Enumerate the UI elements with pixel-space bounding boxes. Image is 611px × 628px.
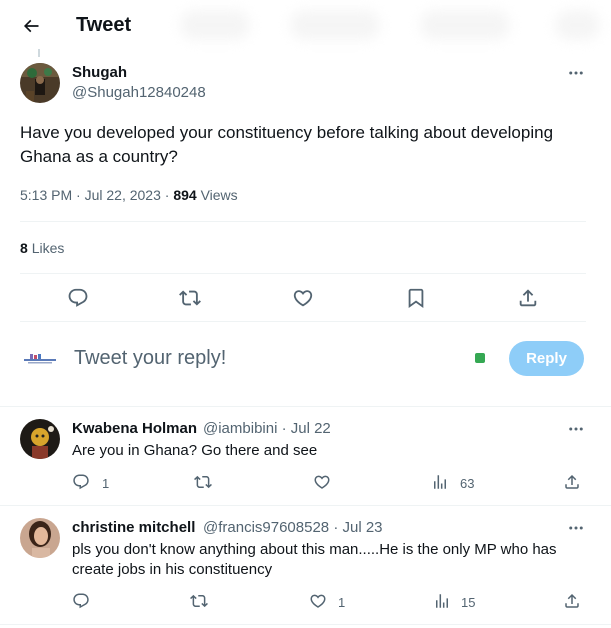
reply-button[interactable] <box>70 590 92 612</box>
retweet-button[interactable] <box>177 285 203 311</box>
reply-author-handle[interactable]: @francis97608528 · Jul 23 <box>203 519 383 537</box>
views-chart-icon <box>436 594 448 608</box>
views-label: Views <box>200 187 238 203</box>
avatar[interactable] <box>20 63 60 103</box>
top-bar: Tweet <box>0 0 611 50</box>
back-button[interactable] <box>14 9 48 43</box>
reply-input[interactable] <box>74 344 454 372</box>
view-count: 63 <box>460 476 475 491</box>
like-count: 1 <box>338 595 346 610</box>
likes-link[interactable]: 8 Likes <box>20 239 64 257</box>
like-button[interactable] <box>311 471 333 493</box>
divider <box>20 221 586 222</box>
bookmark-button[interactable] <box>403 285 429 311</box>
share-icon <box>519 289 537 307</box>
retweet-icon <box>194 475 212 489</box>
more-horizontal-icon <box>569 427 583 431</box>
share-button[interactable] <box>515 285 541 311</box>
views-chart-icon <box>434 475 446 489</box>
share-button[interactable] <box>561 471 583 493</box>
reply-count: 1 <box>102 476 110 491</box>
more-button[interactable] <box>562 59 590 87</box>
view-count: 15 <box>461 595 476 610</box>
reply-icon <box>68 288 88 307</box>
heart-icon <box>293 290 313 307</box>
tweet-timestamp[interactable]: 5:13 PM · Jul 22, 2023 · <box>20 187 169 203</box>
divider <box>20 321 586 322</box>
divider <box>0 624 611 625</box>
reply-icon <box>73 593 89 609</box>
reply-author-handle[interactable]: @iambibini · Jul 22 <box>203 420 331 438</box>
retweet-icon <box>179 290 201 306</box>
more-button[interactable] <box>562 514 590 542</box>
more-button[interactable] <box>562 415 590 443</box>
like-button[interactable] <box>290 285 316 311</box>
retweet-icon <box>190 594 208 608</box>
likes-count: 8 <box>20 240 28 256</box>
current-user-avatar[interactable] <box>20 343 60 375</box>
share-icon <box>565 474 579 489</box>
arrow-left-icon <box>23 19 39 33</box>
like-button[interactable] <box>307 590 329 612</box>
reply-button[interactable] <box>70 471 92 493</box>
heart-icon <box>310 594 326 608</box>
reply-submit-button[interactable]: Reply <box>509 341 584 376</box>
thread-line <box>38 49 40 57</box>
page-title: Tweet <box>76 14 132 36</box>
more-horizontal-icon <box>569 526 583 530</box>
blurred-background <box>290 10 380 40</box>
blurred-background <box>555 10 600 40</box>
reply-text: pls you don't know anything about this m… <box>72 541 557 578</box>
blurred-background <box>180 10 250 40</box>
bookmark-icon <box>408 288 424 309</box>
retweet-button[interactable] <box>192 471 214 493</box>
heart-icon <box>314 475 330 489</box>
blurred-background <box>420 10 510 40</box>
retweet-button[interactable] <box>188 590 210 612</box>
views-count: 894 <box>173 187 197 203</box>
reply-author-name[interactable]: christine mitchell <box>72 519 195 537</box>
status-indicator <box>475 353 485 363</box>
divider <box>0 406 611 407</box>
views-button[interactable] <box>429 471 451 493</box>
reply-button[interactable] <box>65 285 91 311</box>
avatar[interactable] <box>20 518 60 558</box>
likes-label: Likes <box>31 240 65 256</box>
divider <box>20 273 586 274</box>
tweet-text: Have you developed your constituency bef… <box>20 123 554 166</box>
views-button[interactable] <box>431 590 453 612</box>
tweet-meta: 5:13 PM · Jul 22, 2023 · 894 Views <box>20 186 238 204</box>
reply-author-name[interactable]: Kwabena Holman <box>72 420 197 438</box>
author-handle[interactable]: @Shugah12840248 <box>72 84 206 102</box>
share-icon <box>565 593 579 608</box>
divider <box>0 505 611 506</box>
share-button[interactable] <box>561 590 583 612</box>
author-name[interactable]: Shugah <box>72 64 127 82</box>
reply-icon <box>73 474 89 490</box>
avatar[interactable] <box>20 419 60 459</box>
reply-text: Are you in Ghana? Go there and see <box>72 442 318 459</box>
more-horizontal-icon <box>569 71 583 75</box>
